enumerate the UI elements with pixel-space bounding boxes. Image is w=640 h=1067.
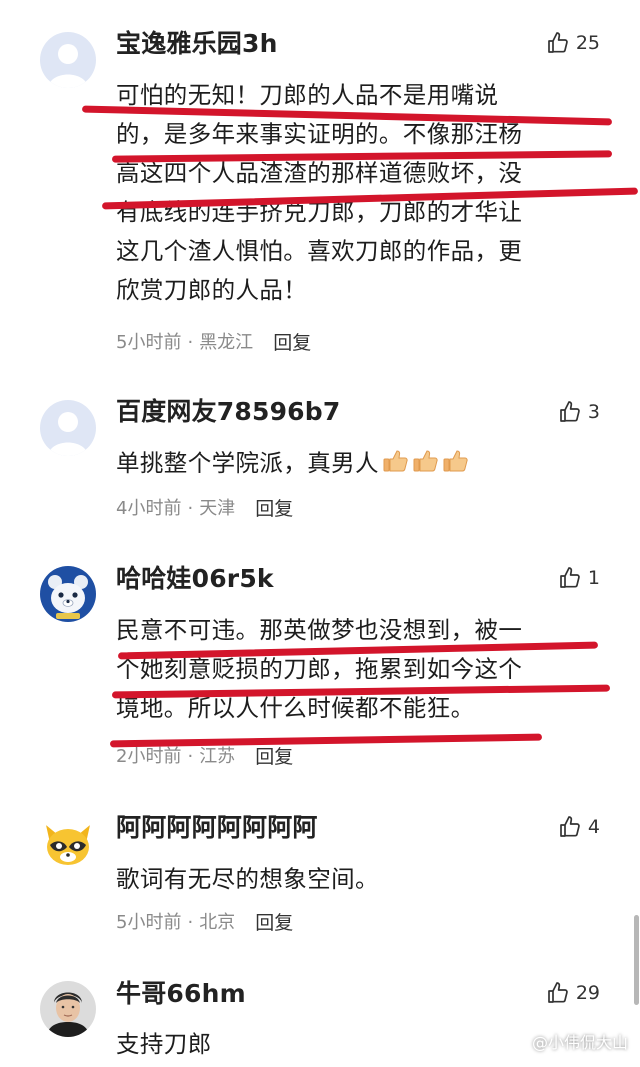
avatar[interactable] — [40, 815, 96, 871]
comment-list: 宝逸雅乐园3h 25 可怕的无知！刀郎的人品不是用嘴说 的，是多年来事实证明的。… — [0, 0, 640, 1067]
like-count: 3 — [587, 401, 600, 423]
username[interactable]: 宝逸雅乐园3h — [116, 29, 278, 59]
comment-location: 黑龙江 — [199, 332, 254, 353]
username[interactable]: 哈哈娃06r5k — [116, 564, 274, 594]
comment-text: 支持刀郎 — [116, 1025, 596, 1064]
reply-button[interactable]: 回复 — [255, 745, 293, 769]
comment-meta: 4小时前 · 天津 回复 — [116, 497, 293, 521]
username[interactable]: 牛哥66hm — [116, 979, 246, 1009]
thumbs-up-emoji-icon — [413, 450, 438, 472]
separator-dot: · — [187, 498, 194, 519]
like-button[interactable]: 3 — [558, 397, 600, 427]
comment-time: 5小时前 — [116, 332, 182, 353]
like-button[interactable]: 25 — [546, 28, 600, 58]
watermark: @小伟侃大山 — [532, 1029, 628, 1053]
watermark-text: @小伟侃大山 — [531, 1033, 628, 1052]
comment-meta: 5小时前 · 黑龙江 回复 — [116, 331, 311, 355]
thumbs-up-icon — [560, 567, 580, 588]
thumbs-up-emoji-icon — [443, 450, 468, 472]
comment-line: 欣赏刀郎的人品！ — [116, 276, 308, 304]
comment-line: 单挑整个学院派，真男人 — [116, 444, 596, 483]
separator-dot: · — [187, 912, 194, 933]
avatar[interactable] — [40, 400, 96, 456]
bear-avatar-icon — [40, 566, 96, 622]
comment-line-text: 单挑整个学院派，真男人 — [116, 449, 379, 477]
username[interactable]: 百度网友78596b7 — [116, 397, 340, 427]
comment-time: 5小时前 — [116, 912, 182, 933]
thumbs-up-emoji-icon — [383, 450, 408, 472]
comment-time: 4小时前 — [116, 498, 182, 519]
reply-button[interactable]: 回复 — [273, 331, 311, 355]
comment-location: 天津 — [199, 498, 236, 519]
separator-dot: · — [187, 332, 194, 353]
default-avatar-icon — [40, 400, 96, 456]
username[interactable]: 阿阿阿阿阿阿阿阿 — [116, 813, 318, 843]
avatar[interactable] — [40, 566, 96, 622]
comment-line: 支持刀郎 — [116, 1030, 212, 1058]
photo-avatar-icon — [40, 981, 96, 1037]
comment-meta: 5小时前 · 北京 回复 — [116, 911, 293, 935]
default-avatar-icon — [40, 32, 96, 88]
comment-text: 单挑整个学院派，真男人 — [116, 444, 596, 483]
separator-dot: · — [187, 746, 194, 767]
like-button[interactable]: 1 — [558, 563, 600, 593]
like-button[interactable]: 4 — [558, 812, 600, 842]
avatar[interactable] — [40, 32, 96, 88]
comment-line: 歌词有无尽的想象空间。 — [116, 865, 379, 893]
raccoon-avatar-icon — [40, 815, 96, 871]
comment-meta: 2小时前 · 江苏 回复 — [116, 745, 293, 769]
thumbs-up-icon — [560, 401, 580, 422]
red-underline-mark — [109, 733, 543, 748]
reply-button[interactable]: 回复 — [255, 911, 293, 935]
comment-time: 2小时前 — [116, 746, 182, 767]
thumbs-up-icon — [560, 816, 580, 837]
avatar[interactable] — [40, 981, 96, 1037]
like-count: 29 — [575, 982, 600, 1004]
reply-button[interactable]: 回复 — [255, 497, 293, 521]
scrollbar[interactable] — [634, 915, 639, 1005]
like-button[interactable]: 29 — [546, 978, 600, 1008]
thumbs-up-icon — [547, 32, 568, 53]
like-count: 4 — [587, 816, 600, 838]
comment-text: 歌词有无尽的想象空间。 — [116, 860, 596, 899]
comment-location: 江苏 — [199, 746, 236, 767]
comment-text: 民意不可违。那英做梦也没想到，被一 个她刻意贬损的刀郎，拖累到如今这个 境地。所… — [116, 611, 596, 728]
like-count: 1 — [587, 567, 600, 589]
comment-location: 北京 — [199, 912, 236, 933]
thumbs-up-icon — [547, 982, 568, 1003]
comment-line: 这几个渣人惧怕。喜欢刀郎的作品，更 — [116, 237, 523, 265]
like-count: 25 — [575, 32, 600, 54]
